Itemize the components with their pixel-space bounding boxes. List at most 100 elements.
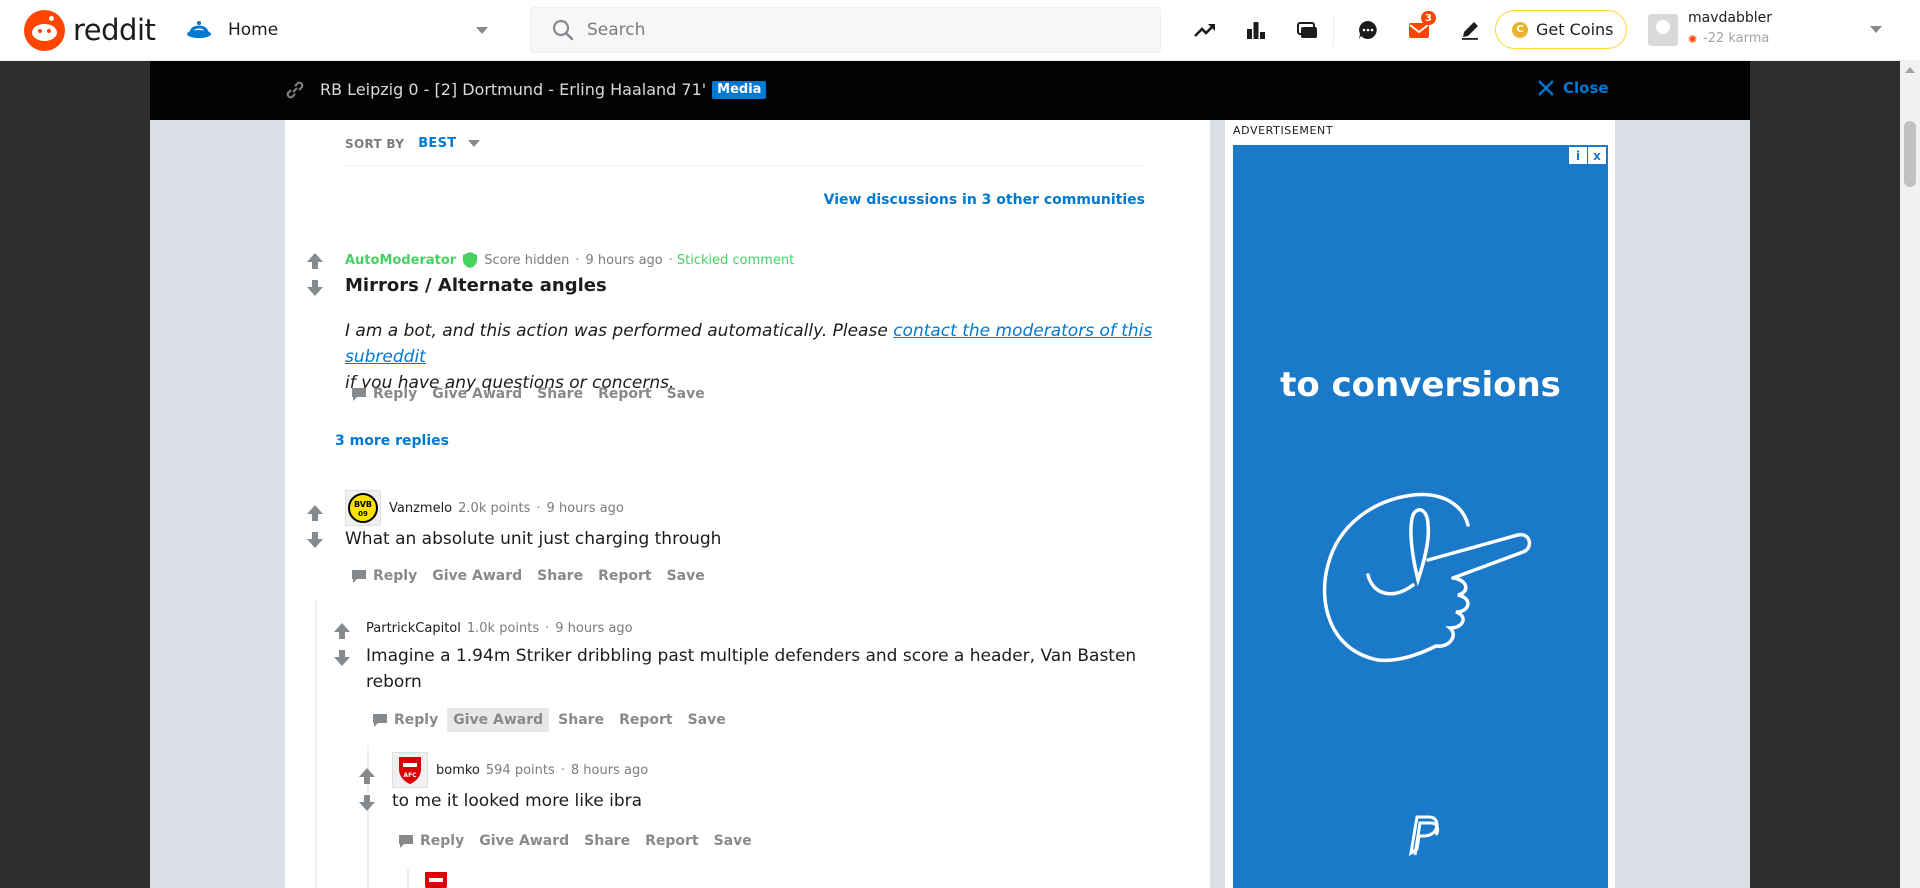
report-button[interactable]: Report [613,708,679,732]
community-icon[interactable] [1290,14,1324,46]
leaderboard-icon[interactable] [1239,14,1273,46]
comment-body: What an absolute unit just charging thro… [345,529,722,549]
save-button[interactable]: Save [661,564,711,588]
svg-text:AFC: AFC [403,772,417,779]
comment-author[interactable]: bomko [436,763,480,778]
upvote-icon[interactable] [357,766,377,786]
report-button[interactable]: Report [592,564,658,588]
search-icon [551,18,575,42]
report-button[interactable]: Report [592,382,658,406]
karma-icon: ✺ [1688,33,1698,46]
downvote-icon[interactable] [305,530,325,550]
comment-score: Score hidden [484,252,570,268]
sort-value: BEST [418,136,457,151]
ad-headline: to conversions [1280,365,1561,405]
post-title-bar: RB Leipzig 0 - [2] Dortmund - Erling Haa… [150,61,1750,120]
comment-author[interactable]: PartrickCapitol [366,621,461,636]
comment-time: 9 hours ago [585,252,663,268]
chat-icon[interactable] [1351,14,1385,46]
downvote-icon[interactable] [305,278,325,298]
close-label: Close [1563,79,1609,97]
trending-icon[interactable] [1188,14,1222,46]
sort-label: SORT BY [345,136,405,151]
comment-time: 9 hours ago [546,500,624,516]
avatar [422,870,458,888]
comment-meta: PartrickCapitol 1.0k points · 9 hours ag… [366,621,633,636]
logo-wordmark: reddit [73,13,156,47]
link-icon [284,79,306,101]
feed-selector-label: Home [228,20,279,40]
advertisement-label: ADVERTISEMENT [1233,124,1334,137]
save-button[interactable]: Save [708,829,758,853]
give-award-button[interactable]: Give Award [426,564,528,588]
comment-actions: Reply Give Award Share Report Save [345,564,714,588]
comment-actions: Reply Give Award Share Report Save [392,829,761,853]
header-divider [1333,14,1334,46]
chevron-down-icon [476,27,488,34]
thread-line[interactable] [315,600,317,888]
give-award-button[interactable]: Give Award [447,708,550,732]
ad-close-icon[interactable]: x [1588,147,1606,164]
feed-selector[interactable]: Home [182,12,498,48]
report-button[interactable]: Report [639,829,705,853]
comment-author[interactable]: AutoModerator [345,253,456,268]
comment-vote [305,503,325,551]
reply-icon [373,713,387,727]
close-button[interactable]: Close [1537,79,1609,97]
ad-choices[interactable]: i x [1568,147,1606,164]
share-button[interactable]: Share [531,564,589,588]
comment-body: Imagine a 1.94m Striker dribbling past m… [366,643,1166,695]
reply-button[interactable]: Reply [366,708,444,732]
share-button[interactable]: Share [552,708,610,732]
comments-panel: SORT BY BEST View discussions in 3 other… [285,120,1210,888]
reply-icon [352,387,366,401]
view-discussions-link[interactable]: View discussions in 3 other communities [824,192,1145,208]
post-title-text: RB Leipzig 0 - [2] Dortmund - Erling Haa… [320,80,707,99]
stickied-label: Stickied comment [676,252,795,268]
thread-line[interactable] [407,868,409,888]
post-flair[interactable]: Media [712,81,767,99]
save-button[interactable]: Save [661,382,711,406]
upvote-icon[interactable] [305,251,325,271]
chevron-down-icon [1870,26,1882,33]
close-icon [1537,79,1555,97]
more-replies-link[interactable]: 3 more replies [335,433,449,449]
comment-author[interactable]: Vanzmelo [389,501,452,516]
divider [345,165,1145,166]
comment-meta: BVB 09 Vanzmelo 2.0k points · 9 hours ago [345,490,624,526]
ad-info-icon[interactable]: i [1569,147,1587,164]
upvote-icon[interactable] [305,503,325,523]
scroll-thumb[interactable] [1904,121,1916,187]
give-award-button[interactable]: Give Award [426,382,528,406]
notification-badge: 3 [1421,11,1436,25]
advertisement-banner[interactable]: i x to conversions [1233,145,1608,888]
comment-actions: Reply Give Award Share Report Save [345,382,714,406]
get-coins-button[interactable]: C Get Coins [1495,10,1627,49]
comment-time: 8 hours ago [570,762,649,778]
save-button[interactable]: Save [682,708,732,732]
advertisement-panel: ADVERTISEMENT i x to conversions [1225,120,1615,888]
chevron-down-icon [468,140,481,147]
mail-icon[interactable]: 3 [1402,11,1436,46]
page-scrollbar[interactable] [1900,61,1920,888]
reddit-home-link[interactable]: reddit [24,9,156,51]
share-button[interactable]: Share [578,829,636,853]
reply-button[interactable]: Reply [345,382,423,406]
comment-title: Mirrors / Alternate angles [345,275,607,296]
reply-button[interactable]: Reply [345,564,423,588]
post-title: RB Leipzig 0 - [2] Dortmund - Erling Haa… [320,80,767,99]
pointing-hand-icon [1322,492,1532,663]
upvote-icon[interactable] [332,621,352,641]
sort-dropdown[interactable]: SORT BY BEST [345,136,481,151]
downvote-icon[interactable] [357,793,377,813]
reply-button[interactable]: Reply [392,829,470,853]
downvote-icon[interactable] [332,648,352,668]
svg-text:09: 09 [358,510,368,518]
scroll-up-icon[interactable] [1905,67,1915,73]
search-bar[interactable] [530,7,1161,53]
pencil-icon[interactable] [1453,14,1487,46]
user-menu[interactable]: mavdabbler ✺ -22 karma [1648,6,1888,54]
search-input[interactable] [587,20,1127,40]
share-button[interactable]: Share [531,382,589,406]
give-award-button[interactable]: Give Award [473,829,575,853]
